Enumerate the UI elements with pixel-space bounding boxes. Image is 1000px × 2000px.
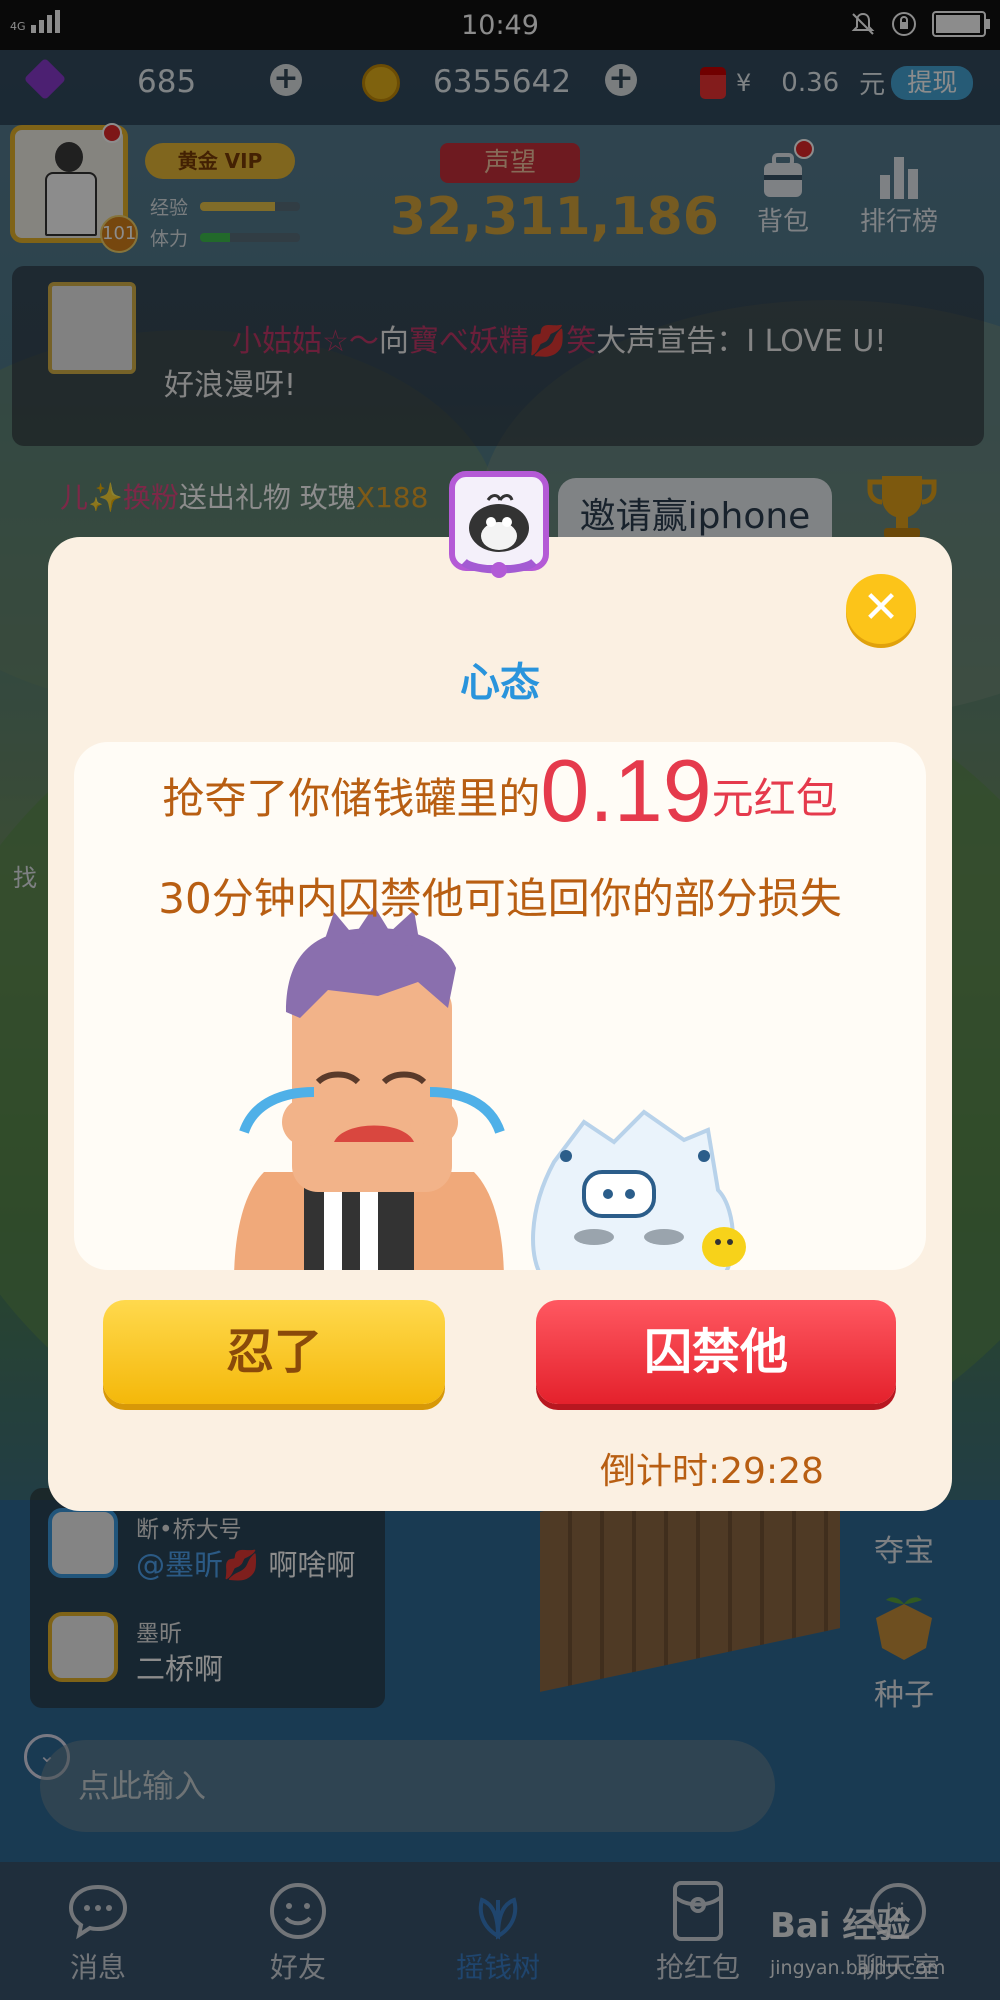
recovery-hint: 30分钟内囚禁他可追回你的部分损失: [158, 874, 842, 923]
endure-button[interactable]: 忍了: [103, 1300, 445, 1404]
close-dialog-button[interactable]: ✕: [846, 574, 916, 644]
close-icon: ✕: [862, 582, 900, 633]
jail-him-button[interactable]: 囚禁他: [536, 1300, 896, 1404]
robbed-amount-unit: 元红包: [711, 774, 838, 823]
countdown-timer: 倒计时:29:28: [600, 1451, 824, 1492]
robbed-amount: 0.19: [540, 741, 712, 840]
dialog-title: 心态: [460, 660, 540, 706]
robbery-text: 抢夺了你储钱罐里的: [162, 774, 541, 823]
robber-avatar[interactable]: [448, 470, 550, 582]
robbery-amount-line: 抢夺了你储钱罐里的0.19元红包: [0, 740, 1000, 842]
